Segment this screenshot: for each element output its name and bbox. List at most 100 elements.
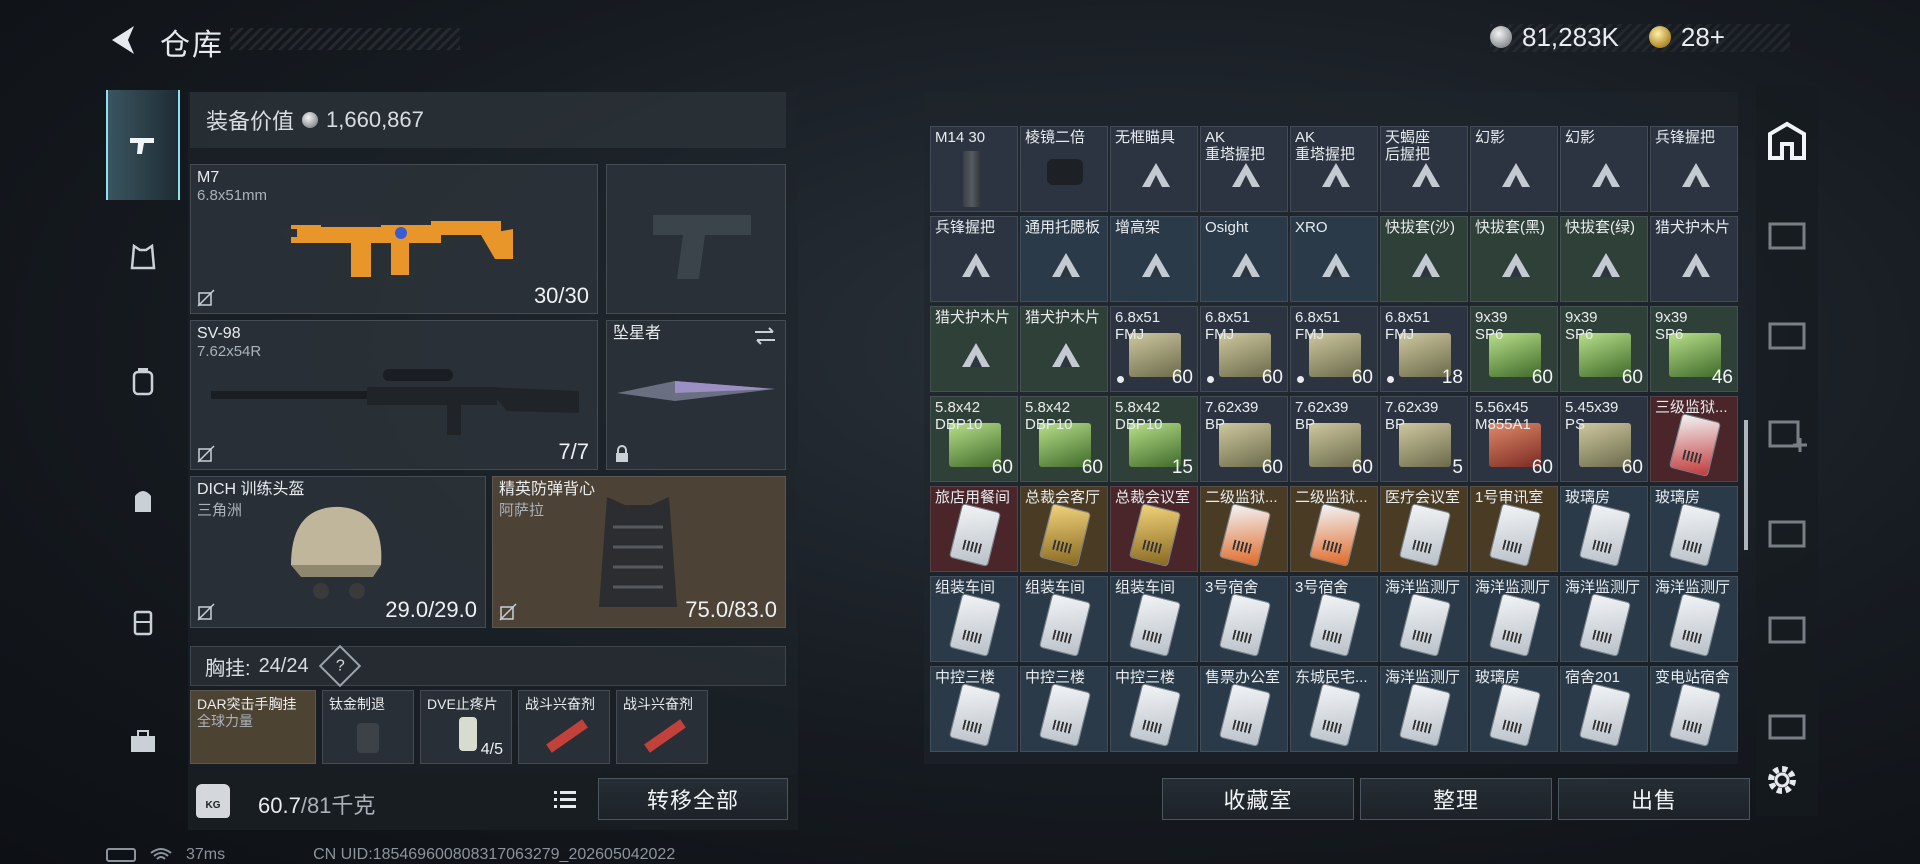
sort-button[interactable]: 整理 [1360,778,1552,820]
storage-item[interactable]: 兵锋握把 [930,216,1018,302]
storage-item[interactable]: 幻影 [1560,126,1648,212]
tab-bag[interactable] [106,446,180,556]
storage-item[interactable]: 旅店用餐间 [930,486,1018,572]
chest-item-slot[interactable]: 钛金制退 [322,690,414,764]
secondary-weapon-slot[interactable]: SV-98 7.62x54R 7/7 [190,320,598,470]
storage-item[interactable]: 1号审讯室 [1470,486,1558,572]
storage-item[interactable]: 东城民宅... [1290,666,1378,752]
storage-item[interactable]: 5.8x42 DBP10 60 [930,396,1018,482]
storage-item[interactable]: 棱镜二倍 [1020,126,1108,212]
storage-item[interactable]: 通用托腮板 [1020,216,1108,302]
storage-tab-add-icon[interactable] [1762,408,1812,458]
storage-item[interactable]: 玻璃房 [1650,486,1738,572]
storage-item[interactable]: 3号宿舍 [1200,576,1288,662]
help-icon[interactable]: ? [318,644,361,688]
storage-item[interactable]: 猎犬护木片 [1650,216,1738,302]
tab-backpack[interactable] [106,326,180,436]
storage-item[interactable]: 天蝎座 后握把 [1380,126,1468,212]
storage-tab-case-icon[interactable] [1762,700,1812,750]
helmet-slot[interactable]: DICH 训练头盔 三角洲 29.0/29.0 [190,476,486,628]
storage-item[interactable]: 增高架 [1110,216,1198,302]
storage-item[interactable]: 6.8x51 FMJ 60 [1290,306,1378,392]
melee-slot[interactable]: 坠星者 [606,320,786,470]
storage-item[interactable]: 5.56x45 M855A1 60 [1470,396,1558,482]
premium-amount[interactable]: 28+ [1681,22,1725,53]
storage-item[interactable]: 6.8x51 FMJ 18 [1380,306,1468,392]
storage-item[interactable]: XRO [1290,216,1378,302]
storage-item[interactable]: 总裁会客厅 [1020,486,1108,572]
storage-item[interactable]: 中控三楼 [1110,666,1198,752]
storage-item[interactable]: 组装车间 [930,576,1018,662]
chest-rig-slot[interactable]: DAR突击手胸挂 全球力量 [190,690,316,764]
chest-item-slot[interactable]: 战斗兴奋剂 [518,690,610,764]
storage-item[interactable]: 总裁会议室 [1110,486,1198,572]
vault-button[interactable]: 收藏室 [1162,778,1354,820]
storage-item[interactable]: 变电站宿舍 [1650,666,1738,752]
storage-item[interactable]: 玻璃房 [1560,486,1648,572]
storage-item[interactable]: 9x39 SP6 60 [1470,306,1558,392]
storage-item[interactable]: 组装车间 [1020,576,1108,662]
helmet-durability: 29.0/29.0 [385,597,477,622]
storage-item[interactable]: 6.8x51 FMJ 60 [1200,306,1288,392]
storage-item[interactable]: 5.8x42 DBP10 60 [1020,396,1108,482]
swap-icon[interactable] [753,327,777,345]
grid-scrollbar[interactable] [1744,420,1748,550]
storage-item[interactable]: 7.62x39 BP 60 [1290,396,1378,482]
storage-item[interactable]: 海洋监测厅 [1560,576,1648,662]
tab-toolbox[interactable] [106,686,180,796]
keycard-icon [1398,502,1452,568]
sell-button[interactable]: 出售 [1558,778,1750,820]
chest-item-slot[interactable]: 战斗兴奋剂 [616,690,708,764]
transfer-all-button[interactable]: 转移全部 [598,778,788,820]
storage-item[interactable]: 二级监狱... [1290,486,1378,572]
storage-item[interactable]: 快拔套(绿) [1560,216,1648,302]
storage-item[interactable]: 海洋监测厅 [1380,666,1468,752]
storage-item[interactable]: 猎犬护木片 [930,306,1018,392]
storage-item[interactable]: 3号宿舍 [1290,576,1378,662]
storage-item[interactable]: 中控三楼 [930,666,1018,752]
tab-case[interactable] [106,566,180,676]
back-arrow-icon[interactable] [104,22,144,58]
storage-home-icon[interactable] [1762,118,1812,168]
storage-item[interactable]: 5.45x39 PS 60 [1560,396,1648,482]
storage-item[interactable]: 海洋监测厅 [1650,576,1738,662]
storage-tab-v-icon[interactable] [1762,210,1812,260]
chest-item-slot[interactable]: DVE止疼片 4/5 [420,690,512,764]
storage-item[interactable]: 5.8x42 DBP10 15 [1110,396,1198,482]
storage-item[interactable]: 中控三楼 [1020,666,1108,752]
storage-item[interactable]: AK 重塔握把 [1290,126,1378,212]
storage-item[interactable]: AK 重塔握把 [1200,126,1288,212]
storage-item[interactable]: 无框瞄具 [1110,126,1198,212]
storage-item[interactable]: 9x39 SP6 60 [1560,306,1648,392]
storage-tab-iii-icon[interactable] [1762,604,1812,654]
storage-tab-iv-icon[interactable] [1762,310,1812,360]
storage-item[interactable]: 医疗会议室 [1380,486,1468,572]
storage-item[interactable]: 猎犬护木片 [1020,306,1108,392]
sidearm-slot[interactable] [606,164,786,314]
storage-item[interactable]: 玻璃房 [1470,666,1558,752]
storage-item[interactable]: 快拔套(黑) [1470,216,1558,302]
storage-item[interactable]: 9x39 SP6 46 [1650,306,1738,392]
primary-weapon-slot[interactable]: M7 6.8x51mm 30/30 [190,164,598,314]
storage-item[interactable]: 二级监狱... [1200,486,1288,572]
storage-item[interactable]: 三级监狱... [1650,396,1738,482]
storage-item[interactable]: 6.8x51 FMJ 60 [1110,306,1198,392]
settings-gear-icon[interactable] [1762,760,1802,800]
storage-tab-folder-icon[interactable] [1762,508,1812,558]
storage-item[interactable]: 海洋监测厅 [1470,576,1558,662]
storage-item[interactable]: 宿舍201 [1560,666,1648,752]
storage-item[interactable]: 海洋监测厅 [1380,576,1468,662]
list-icon[interactable] [550,784,580,814]
storage-item[interactable]: 7.62x39 BP 5 [1380,396,1468,482]
storage-item[interactable]: Osight [1200,216,1288,302]
tab-weapons[interactable] [106,90,180,200]
storage-item[interactable]: M14 30 [930,126,1018,212]
storage-item[interactable]: 兵锋握把 [1650,126,1738,212]
armor-slot[interactable]: 精英防弹背心 阿萨拉 75.0/83.0 [492,476,786,628]
storage-item[interactable]: 幻影 [1470,126,1558,212]
storage-item[interactable]: 组装车间 [1110,576,1198,662]
tab-armor[interactable] [106,202,180,312]
storage-item[interactable]: 7.62x39 BP 60 [1200,396,1288,482]
storage-item[interactable]: 快拔套(沙) [1380,216,1468,302]
storage-item[interactable]: 售票办公室 [1200,666,1288,752]
